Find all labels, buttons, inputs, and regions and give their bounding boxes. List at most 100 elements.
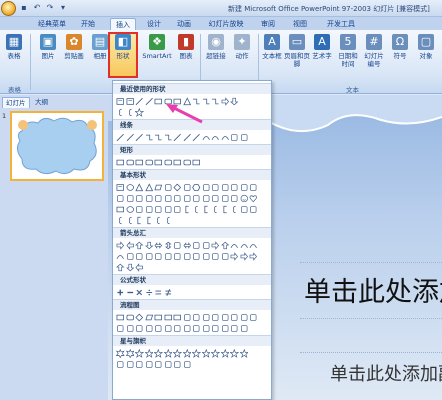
shape-option-star-icon[interactable] (230, 349, 239, 358)
shape-option-arc-icon[interactable] (230, 194, 239, 203)
shape-option-rect-icon[interactable] (154, 158, 163, 167)
shape-option-circ-icon[interactable] (221, 252, 230, 261)
shape-option-merge-icon[interactable] (183, 324, 192, 333)
shape-option-ln-icon[interactable] (145, 97, 154, 106)
action-button[interactable]: ✦ 动作 (230, 34, 254, 60)
shape-option-arrowd-icon[interactable] (125, 263, 135, 272)
shape-option-bent-icon[interactable] (192, 241, 201, 250)
shape-option-rect-icon[interactable] (116, 158, 125, 167)
shape-option-curve-icon[interactable] (116, 252, 125, 261)
shape-option-arrowd-icon[interactable] (230, 97, 239, 106)
shape-option-rect-icon[interactable] (154, 313, 163, 322)
shape-option-callout-icon[interactable] (183, 252, 192, 261)
tab-animation[interactable]: 动画 (174, 18, 194, 30)
shape-option-brace-icon[interactable] (230, 205, 239, 214)
shape-option-manop-icon[interactable] (230, 313, 239, 322)
shape-option-callout-icon[interactable] (202, 252, 211, 261)
shape-option-ell-icon[interactable] (126, 205, 135, 214)
shape-option-brace-icon[interactable] (116, 216, 125, 225)
shape-option-curve-icon[interactable] (202, 133, 211, 142)
shape-option-plaque-icon[interactable] (173, 194, 182, 203)
shape-option-brace-icon[interactable] (164, 216, 173, 225)
slide-thumbnail[interactable] (10, 111, 104, 181)
shape-option-div-icon[interactable] (145, 288, 154, 297)
shape-option-brack-icon[interactable] (202, 205, 211, 214)
shape-option-rect-icon[interactable] (154, 97, 163, 106)
table-button[interactable]: ▦ 表格 (2, 34, 26, 60)
chevron-down-icon[interactable]: ▾ (58, 3, 68, 13)
picture-button[interactable]: ▣ 图片 (36, 34, 60, 60)
shape-option-pent-icon[interactable] (145, 252, 154, 261)
shape-option-half-icon[interactable] (135, 194, 144, 203)
shape-option-arrowu-icon[interactable] (220, 241, 230, 250)
slide-number-button[interactable]: # 幻灯片编号 (362, 34, 386, 68)
shape-option-star-icon[interactable] (192, 349, 201, 358)
shape-option-callout-icon[interactable] (164, 252, 173, 261)
shape-option-star-icon[interactable] (144, 349, 153, 358)
shape-option-burst-icon[interactable] (125, 349, 134, 358)
shape-option-curve-icon[interactable] (249, 241, 258, 250)
shape-option-prep-icon[interactable] (211, 313, 220, 322)
shape-option-curve-icon[interactable] (230, 241, 239, 250)
shape-option-bevel-icon[interactable] (202, 194, 211, 203)
shape-option-eq-icon[interactable] (154, 288, 163, 297)
shape-option-stor-icon[interactable] (192, 324, 201, 333)
shape-option-rect-icon[interactable] (164, 313, 173, 322)
office-button[interactable] (1, 1, 16, 16)
textbox-button[interactable]: A 文本框 (260, 34, 284, 60)
slide-subtitle-placeholder[interactable]: 单击此处添加副标题 (330, 360, 442, 386)
shape-option-seq-icon[interactable] (211, 324, 220, 333)
shape-option-donut-icon[interactable] (211, 194, 220, 203)
shape-option-elbow-icon[interactable] (164, 133, 173, 142)
shape-option-pie-icon[interactable] (240, 183, 249, 192)
symbol-button[interactable]: Ω 符号 (388, 34, 412, 60)
shape-option-diag-icon[interactable] (154, 194, 163, 203)
shape-option-smiley-icon[interactable] (240, 194, 249, 203)
shape-option-hex-icon[interactable] (192, 183, 201, 192)
header-footer-button[interactable]: ▭ 页眉和页脚 (284, 34, 310, 68)
shape-option-dec-icon[interactable] (221, 183, 230, 192)
shape-option-oct-icon[interactable] (211, 183, 220, 192)
shape-option-cross-icon[interactable] (164, 194, 173, 203)
shape-option-striped-icon[interactable] (126, 252, 135, 261)
shape-option-bolt-icon[interactable] (135, 205, 144, 214)
shape-option-tb-icon[interactable] (116, 97, 125, 106)
shape-option-card-icon[interactable] (116, 324, 125, 333)
tab-insert[interactable]: 插入 (110, 18, 136, 30)
shape-option-arrow-icon[interactable] (240, 252, 249, 261)
shape-option-tape-icon[interactable] (126, 324, 135, 333)
shape-option-ln-icon[interactable] (135, 133, 144, 142)
shape-option-wave-icon[interactable] (183, 360, 192, 369)
shape-option-rect-icon[interactable] (173, 313, 182, 322)
shape-option-arc-icon[interactable] (173, 205, 182, 214)
shape-option-star-icon[interactable] (135, 108, 144, 117)
shape-option-brace-icon[interactable] (154, 216, 163, 225)
shape-option-pent-icon[interactable] (183, 183, 192, 192)
shape-option-moon-icon[interactable] (154, 205, 163, 214)
shape-option-callout-icon[interactable] (173, 252, 182, 261)
shape-option-star-icon[interactable] (163, 349, 172, 358)
shape-option-brack-icon[interactable] (145, 216, 154, 225)
shape-option-rrect-icon[interactable] (183, 158, 192, 167)
shape-option-times-icon[interactable] (135, 288, 144, 297)
shape-option-scrib-icon[interactable] (230, 133, 239, 142)
shape-option-rrect-icon[interactable] (126, 313, 135, 322)
shape-option-star-icon[interactable] (135, 349, 144, 358)
shape-option-brace-icon[interactable] (211, 205, 220, 214)
shape-option-curve-icon[interactable] (240, 241, 249, 250)
shape-option-arrowl-icon[interactable] (126, 241, 135, 250)
shape-option-star-icon[interactable] (173, 349, 182, 358)
shape-option-fold-icon[interactable] (249, 205, 258, 214)
shape-option-frame-icon[interactable] (126, 194, 135, 203)
shape-option-tb-icon[interactable] (126, 97, 135, 106)
shape-option-rect-icon[interactable] (135, 158, 144, 167)
shape-option-arrowl-icon[interactable] (135, 263, 144, 272)
shape-option-ribbon-icon[interactable] (126, 360, 135, 369)
shape-option-manual-icon[interactable] (221, 313, 230, 322)
shape-option-coll-icon[interactable] (154, 324, 163, 333)
shape-option-para-icon[interactable] (144, 313, 154, 322)
shape-option-sort-icon[interactable] (164, 324, 173, 333)
shape-option-display-icon[interactable] (240, 324, 249, 333)
shape-option-curve-icon[interactable] (221, 133, 230, 142)
wordart-button[interactable]: A 艺术字 (310, 34, 334, 60)
